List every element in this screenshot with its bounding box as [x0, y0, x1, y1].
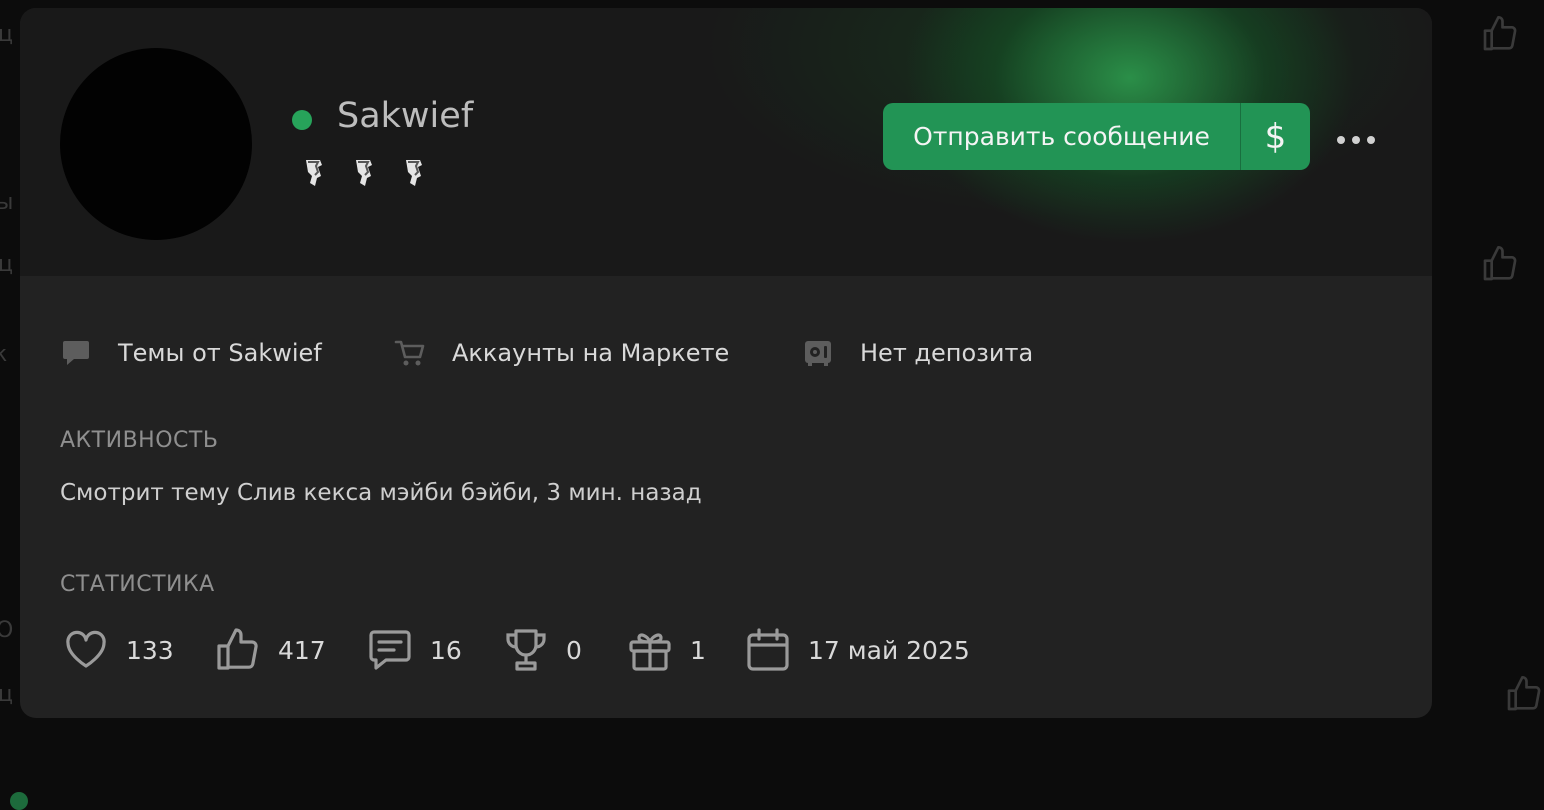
avatar[interactable] [60, 48, 252, 240]
stat-registration-date[interactable]: 17 май 2025 [744, 624, 970, 676]
background-text-fragment: ц [0, 682, 13, 707]
send-money-button[interactable]: $ [1241, 103, 1310, 170]
heart-icon [62, 626, 110, 674]
stat-likes[interactable]: 133 [62, 624, 174, 676]
username[interactable]: Sakwief [337, 96, 473, 136]
background-text-fragment: О [0, 618, 14, 643]
background-thumbs-up-icon [1504, 674, 1544, 714]
stat-value: 0 [566, 635, 582, 665]
badge-icon[interactable] [302, 156, 328, 188]
calendar-icon [744, 626, 792, 674]
badge-icon[interactable] [402, 156, 428, 188]
stat-gifts[interactable]: 1 [626, 624, 706, 676]
action-button-group: Отправить сообщение $ [883, 103, 1310, 170]
online-status-dot [292, 110, 312, 130]
user-threads-link[interactable]: Темы от Sakwief [60, 333, 322, 373]
statistics-title: СТАТИСТИКА [60, 572, 215, 597]
background-text-fragment: ы [0, 190, 14, 215]
market-accounts-label: Аккаунты на Маркете [452, 339, 730, 367]
message-icon [366, 626, 414, 674]
gift-icon [626, 626, 674, 674]
market-accounts-link[interactable]: Аккаунты на Маркете [394, 333, 729, 373]
user-threads-label: Темы от Sakwief [118, 339, 322, 367]
thumbs-up-icon [214, 626, 262, 674]
activity-title: АКТИВНОСТЬ [60, 428, 219, 453]
user-badges [302, 156, 428, 188]
deposit-label: Нет депозита [860, 339, 1034, 367]
background-thumbs-up-icon [1480, 14, 1520, 54]
background-status-dot [10, 792, 28, 810]
stat-value: 1 [690, 635, 706, 665]
stat-value: 17 май 2025 [808, 635, 970, 665]
chat-bubble-icon [60, 337, 92, 369]
background-text-fragment: ц [0, 22, 13, 47]
trophy-icon [502, 626, 550, 674]
badge-icon[interactable] [352, 156, 378, 188]
stat-messages[interactable]: 16 [366, 624, 462, 676]
background-thumbs-up-icon [1480, 244, 1520, 284]
more-options-icon[interactable] [1336, 132, 1376, 146]
activity-text[interactable]: Смотрит тему Слив кекса мэйби бэйби, 3 м… [60, 480, 702, 506]
background-text-fragment: ц [0, 252, 13, 277]
send-message-button[interactable]: Отправить сообщение [883, 103, 1241, 170]
stat-value: 16 [430, 635, 462, 665]
stat-value: 133 [126, 635, 174, 665]
cart-icon [394, 337, 426, 369]
background-text-fragment: к [0, 342, 8, 367]
stat-reactions[interactable]: 417 [214, 624, 326, 676]
deposit-link[interactable]: Нет депозита [802, 333, 1033, 373]
stat-value: 417 [278, 635, 326, 665]
safe-icon [802, 337, 834, 369]
profile-card: Sakwief Отправить сообщение $ Темы от Sa… [20, 8, 1432, 718]
stat-trophies[interactable]: 0 [502, 624, 582, 676]
